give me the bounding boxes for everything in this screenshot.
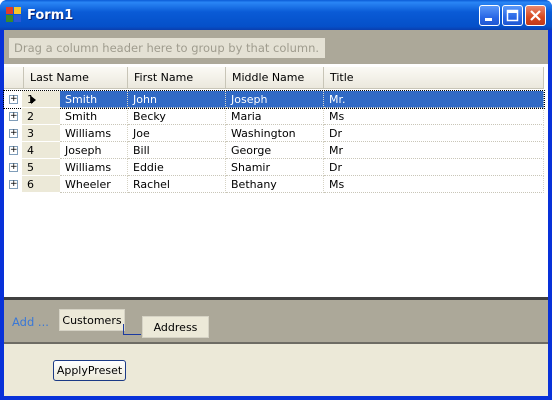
plus-expand-icon[interactable]: + [9, 180, 18, 189]
cell-title[interactable]: Ms [324, 108, 544, 125]
customers-band-button[interactable]: Customers [59, 309, 125, 331]
plus-expand-icon[interactable]: + [9, 95, 18, 104]
cell-middle-name[interactable]: Bethany [226, 176, 324, 193]
cell-first-name[interactable]: Bill [128, 142, 226, 159]
cell-first-name[interactable]: Rachel [128, 176, 226, 193]
table-row[interactable]: +2 Smith Becky Maria Ms [4, 108, 544, 125]
cell-first-name[interactable]: Joe [128, 125, 226, 142]
cell-title[interactable]: Ms [324, 176, 544, 193]
cell-first-name[interactable]: Eddie [128, 159, 226, 176]
cell-last-name[interactable]: Smith [60, 108, 128, 125]
row-number: 6 [22, 176, 60, 193]
cell-first-name[interactable]: John [128, 91, 226, 108]
row-number: 1 [22, 91, 60, 108]
cell-title[interactable]: Mr. [324, 91, 544, 108]
cell-last-name[interactable]: Joseph [60, 142, 128, 159]
cell-title[interactable]: Dr [324, 159, 544, 176]
plus-expand-icon[interactable]: + [9, 163, 18, 172]
cell-last-name[interactable]: Williams [60, 125, 128, 142]
cell-middle-name[interactable]: Shamir [226, 159, 324, 176]
group-by-panel[interactable]: Drag a column header here to group by th… [4, 30, 548, 64]
current-row-arrow-icon [31, 96, 36, 104]
plus-expand-icon[interactable]: + [9, 146, 18, 155]
cell-last-name[interactable]: Williams [60, 159, 128, 176]
cell-first-name[interactable]: Becky [128, 108, 226, 125]
table-row[interactable]: +5 Williams Eddie Shamir Dr [4, 159, 544, 176]
apply-preset-button[interactable]: ApplyPreset [53, 360, 126, 381]
column-header-middle-name[interactable]: Middle Name [226, 67, 324, 89]
minimize-button[interactable] [479, 5, 500, 26]
address-band-button[interactable]: Address [142, 316, 209, 338]
close-icon [530, 10, 541, 21]
grid-header-row: Last Name First Name Middle Name Title [4, 67, 544, 89]
close-button[interactable] [525, 5, 546, 26]
table-row[interactable]: +3 Williams Joe Washington Dr [4, 125, 544, 142]
header-expander-spacer [4, 67, 24, 89]
title-bar[interactable]: Form1 [0, 0, 552, 30]
cell-middle-name[interactable]: Joseph [226, 91, 324, 108]
add-band-link[interactable]: Add ... [12, 315, 49, 329]
cell-title[interactable]: Mr [324, 142, 544, 159]
row-number: 5 [22, 159, 60, 176]
cell-title[interactable]: Dr [324, 125, 544, 142]
cell-middle-name[interactable]: George [226, 142, 324, 159]
table-row[interactable]: +4 Joseph Bill George Mr [4, 142, 544, 159]
group-by-hint: Drag a column header here to group by th… [9, 38, 326, 58]
band-connector-line [123, 324, 141, 335]
plus-expand-icon[interactable]: + [9, 112, 18, 121]
row-number: 4 [22, 142, 60, 159]
maximize-button[interactable] [502, 5, 523, 26]
table-row[interactable]: +1 Smith John Joseph Mr. [3, 90, 545, 109]
row-number: 2 [22, 108, 60, 125]
column-header-last-name[interactable]: Last Name [24, 67, 128, 89]
row-number: 3 [22, 125, 60, 142]
column-header-first-name[interactable]: First Name [128, 67, 226, 89]
cell-middle-name[interactable]: Washington [226, 125, 324, 142]
minimize-icon [485, 18, 492, 21]
form-app-icon [6, 7, 22, 23]
window-title: Form1 [27, 8, 74, 23]
form-client-area: Drag a column header here to group by th… [3, 30, 548, 396]
cell-last-name[interactable]: Smith [60, 91, 128, 108]
data-grid[interactable]: Drag a column header here to group by th… [3, 30, 548, 298]
plus-expand-icon[interactable]: + [9, 129, 18, 138]
table-row[interactable]: +6 Wheeler Rachel Bethany Ms [4, 176, 544, 193]
cell-middle-name[interactable]: Maria [226, 108, 324, 125]
column-header-title[interactable]: Title [324, 67, 544, 89]
cell-last-name[interactable]: Wheeler [60, 176, 128, 193]
form1-window: Form1 Drag a column header here to group… [0, 0, 552, 400]
maximize-icon [506, 9, 519, 22]
